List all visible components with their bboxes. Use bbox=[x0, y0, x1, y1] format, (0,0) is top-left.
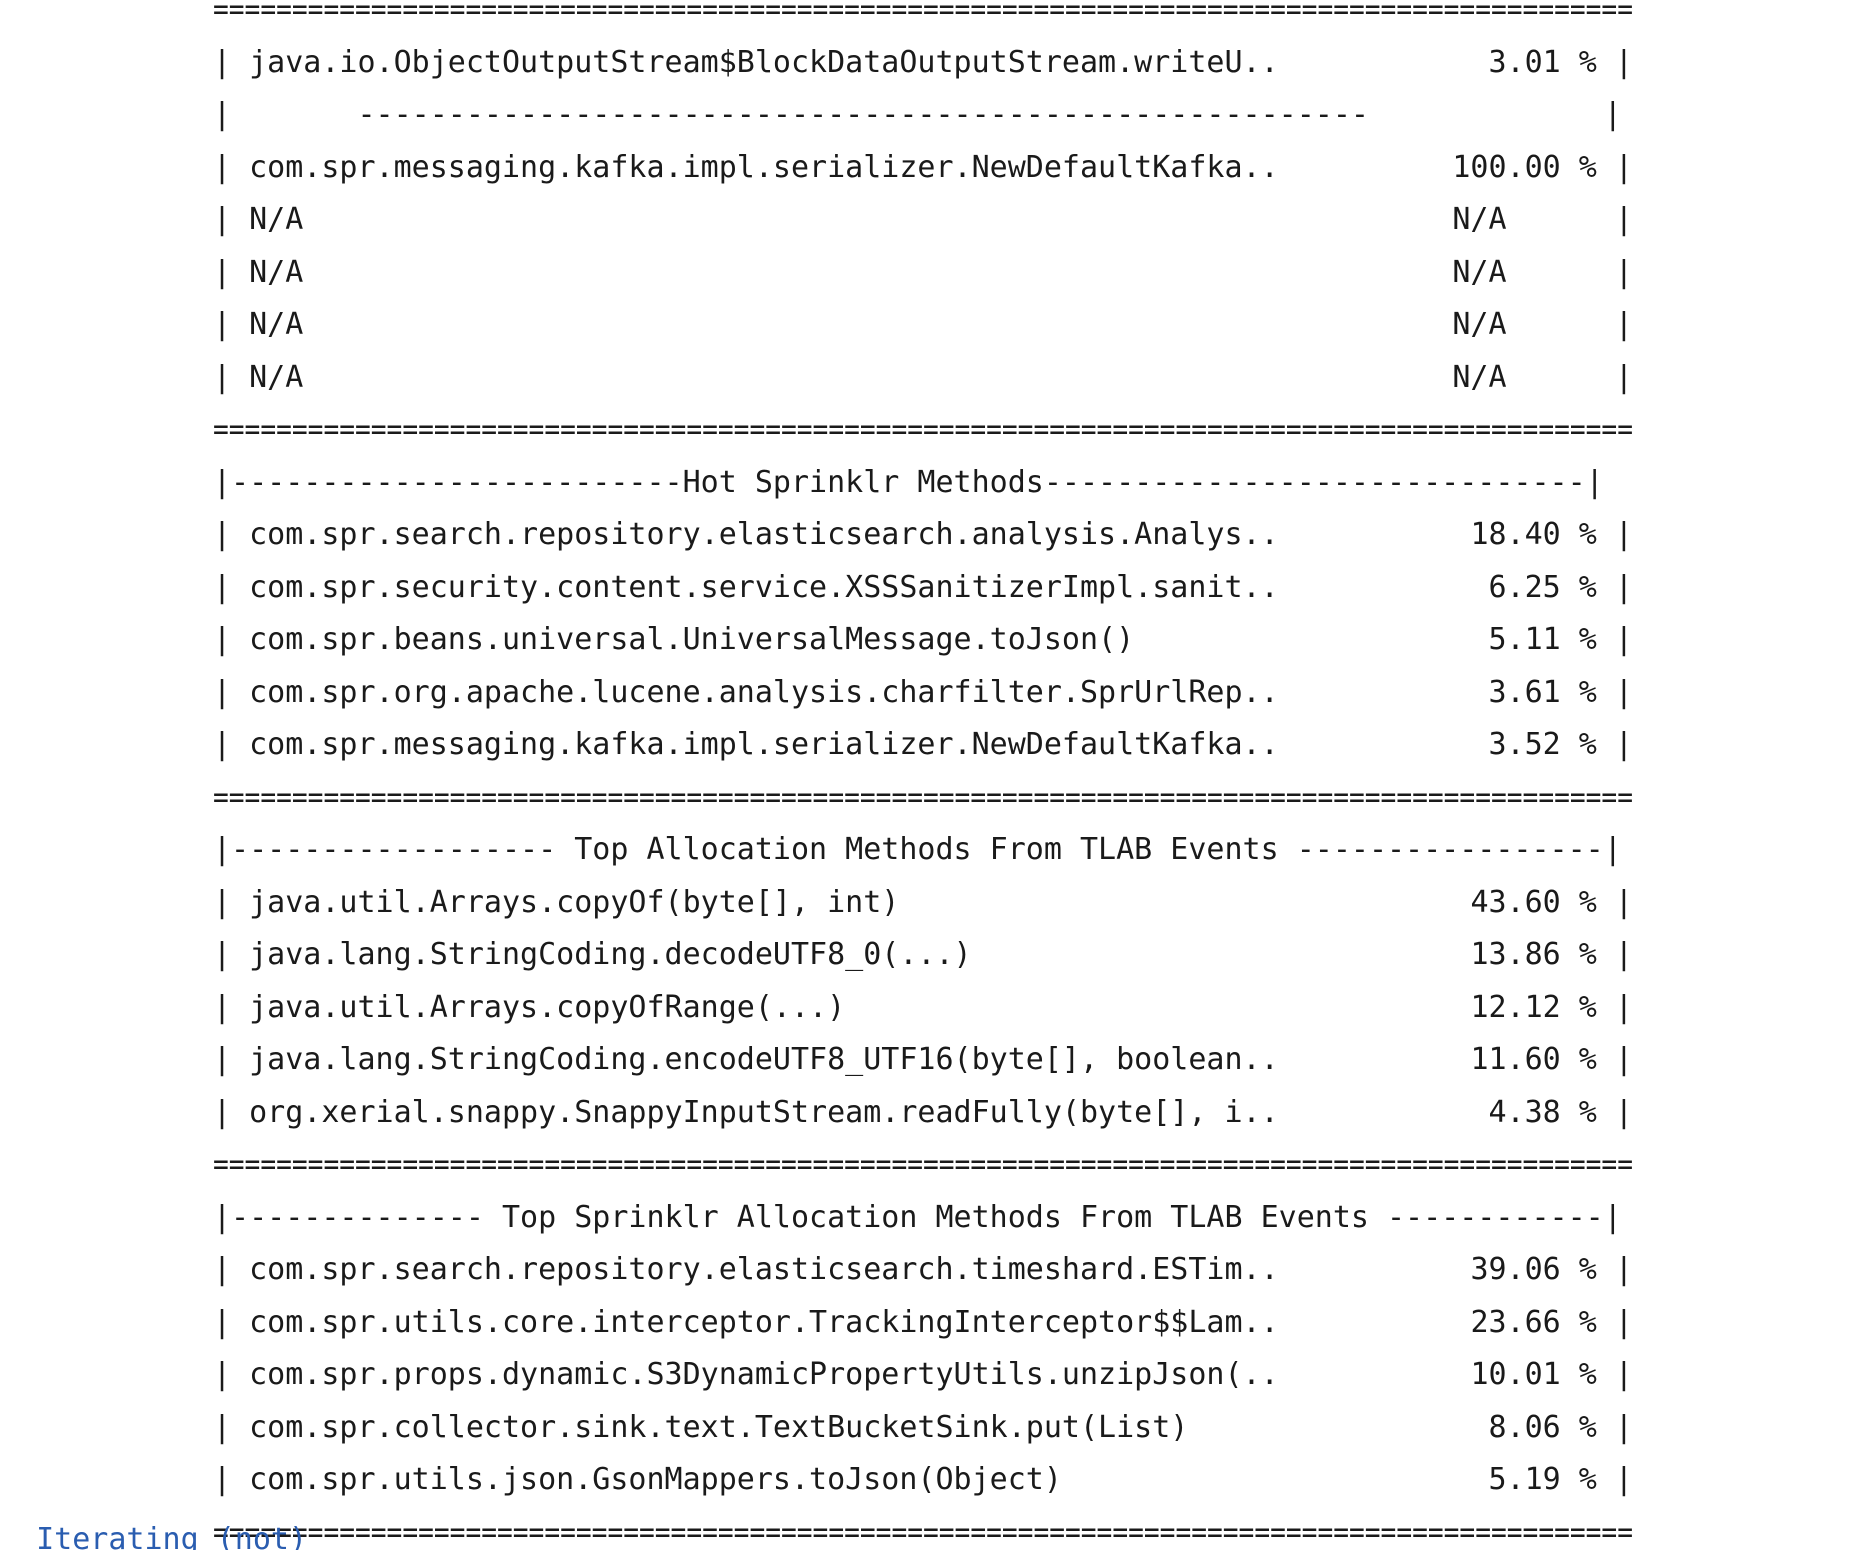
separator-text: ========================================… bbox=[213, 0, 1633, 27]
section-header: |-------------- Top Sprinklr Allocation … bbox=[213, 1198, 1633, 1238]
method-percentage: 23.66 % | bbox=[1470, 1304, 1633, 1340]
method-percentage: 8.06 % | bbox=[1488, 1409, 1634, 1445]
method-percentage: 10.01 % | bbox=[1470, 1357, 1633, 1392]
method-name: | java.io.ObjectOutputStream$BlockDataOu… bbox=[213, 44, 1279, 80]
method-row: | com.spr.search.repository.elasticsearc… bbox=[213, 1250, 1633, 1290]
method-name: | com.spr.org.apache.lucene.analysis.cha… bbox=[213, 674, 1279, 710]
method-name: | com.spr.beans.universal.UniversalMessa… bbox=[213, 622, 1135, 657]
method-row: | N/A N/A | bbox=[213, 253, 1633, 293]
section-separator: ========================================… bbox=[213, 1513, 1633, 1553]
method-name: | com.spr.messaging.kafka.impl.serialize… bbox=[213, 149, 1279, 185]
section-header-text: |------------------ Top Allocation Metho… bbox=[213, 832, 1622, 867]
method-percentage: 100.00 % | bbox=[1452, 149, 1633, 185]
console-output: ========================================… bbox=[0, 0, 1862, 1550]
separator-text: ========================================… bbox=[213, 779, 1633, 815]
method-percentage: 3.01 % | bbox=[1488, 44, 1634, 80]
method-row: | N/A N/A | bbox=[213, 200, 1633, 240]
method-percentage: 43.60 % | bbox=[1470, 884, 1633, 920]
method-percentage: 3.61 % | bbox=[1488, 674, 1634, 710]
method-percentage: 13.86 % | bbox=[1470, 937, 1633, 972]
separator-text: ========================================… bbox=[213, 1147, 1633, 1182]
section-header: |------------------ Top Allocation Metho… bbox=[213, 830, 1633, 870]
method-name: | java.lang.StringCoding.encodeUTF8_UTF1… bbox=[213, 1042, 1279, 1077]
method-name: | com.spr.utils.json.GsonMappers.toJson(… bbox=[213, 1462, 1062, 1497]
method-percentage: 18.40 % | bbox=[1470, 517, 1633, 552]
method-name: | com.spr.security.content.service.XSSSa… bbox=[213, 569, 1279, 605]
method-percentage: N/A | bbox=[1452, 359, 1633, 395]
method-name: | java.lang.StringCoding.decodeUTF8_0(..… bbox=[213, 937, 972, 972]
method-row: | java.util.Arrays.copyOf(byte[], int) 43… bbox=[213, 883, 1633, 923]
method-name: | com.spr.search.repository.elasticsearc… bbox=[213, 517, 1279, 552]
method-row: | N/A N/A | bbox=[213, 305, 1633, 345]
separator-text: ========================================… bbox=[213, 412, 1633, 447]
method-name: | org.xerial.snappy.SnappyInputStream.re… bbox=[213, 1094, 1279, 1130]
section-header: |-------------------------Hot Sprinklr M… bbox=[213, 463, 1633, 503]
method-row: | com.spr.utils.json.GsonMappers.toJson(… bbox=[213, 1460, 1633, 1500]
section-header-text: |-------------------------Hot Sprinklr M… bbox=[213, 464, 1604, 500]
section-separator: ========================================… bbox=[213, 1145, 1633, 1185]
method-percentage: 11.60 % | bbox=[1470, 1042, 1633, 1077]
console-next-line-partial: Iterating (not) bbox=[0, 1522, 308, 1550]
method-row: | com.spr.utils.core.interceptor.Trackin… bbox=[213, 1303, 1633, 1343]
method-percentage: N/A | bbox=[1452, 254, 1633, 290]
method-row: | com.spr.search.repository.elasticsearc… bbox=[213, 515, 1633, 555]
method-name: | com.spr.props.dynamic.S3DynamicPropert… bbox=[213, 1357, 1279, 1392]
method-row: | com.spr.messaging.kafka.impl.serialize… bbox=[213, 725, 1633, 765]
method-percentage: N/A | bbox=[1452, 307, 1633, 342]
method-name: | com.spr.utils.core.interceptor.Trackin… bbox=[213, 1304, 1279, 1340]
method-row: | com.spr.org.apache.lucene.analysis.cha… bbox=[213, 673, 1633, 713]
method-row: | N/A N/A | bbox=[213, 358, 1633, 398]
method-name: | N/A bbox=[213, 307, 304, 342]
section-header-text: | --------------------------------------… bbox=[213, 97, 1622, 132]
method-percentage: 5.11 % | bbox=[1488, 622, 1634, 657]
method-row: | java.lang.StringCoding.encodeUTF8_UTF1… bbox=[213, 1040, 1633, 1080]
method-percentage: 4.38 % | bbox=[1488, 1094, 1634, 1130]
section-separator: ========================================… bbox=[213, 410, 1633, 450]
method-row: | com.spr.messaging.kafka.impl.serialize… bbox=[213, 148, 1633, 188]
method-name: | N/A bbox=[213, 254, 304, 290]
method-name: | java.util.Arrays.copyOf(byte[], int) bbox=[213, 884, 900, 920]
method-name: | com.spr.search.repository.elasticsearc… bbox=[213, 1252, 1279, 1287]
method-percentage: 5.19 % | bbox=[1488, 1462, 1634, 1497]
method-name: | N/A bbox=[213, 202, 304, 237]
method-name: | com.spr.collector.sink.text.TextBucket… bbox=[213, 1409, 1189, 1445]
method-row: | java.util.Arrays.copyOfRange(...) 12.12… bbox=[213, 988, 1633, 1028]
separator-text: ========================================… bbox=[213, 1514, 1633, 1550]
method-row: | com.spr.security.content.service.XSSSa… bbox=[213, 568, 1633, 608]
method-percentage: N/A | bbox=[1452, 202, 1633, 237]
section-separator: ========================================… bbox=[213, 0, 1633, 30]
section-header: | --------------------------------------… bbox=[213, 95, 1633, 135]
method-row: | com.spr.props.dynamic.S3DynamicPropert… bbox=[213, 1355, 1633, 1395]
method-row: | org.xerial.snappy.SnappyInputStream.re… bbox=[213, 1093, 1633, 1133]
method-percentage: 6.25 % | bbox=[1488, 569, 1634, 605]
method-row: | java.io.ObjectOutputStream$BlockDataOu… bbox=[213, 43, 1633, 83]
method-name: | java.util.Arrays.copyOfRange(...) bbox=[213, 989, 846, 1025]
method-row: | java.lang.StringCoding.decodeUTF8_0(..… bbox=[213, 935, 1633, 975]
method-name: | com.spr.messaging.kafka.impl.serialize… bbox=[213, 727, 1279, 762]
section-separator: ========================================… bbox=[213, 778, 1633, 818]
method-percentage: 3.52 % | bbox=[1488, 727, 1634, 762]
method-row: | com.spr.collector.sink.text.TextBucket… bbox=[213, 1408, 1633, 1448]
method-row: | com.spr.beans.universal.UniversalMessa… bbox=[213, 620, 1633, 660]
method-percentage: 12.12 % | bbox=[1470, 989, 1633, 1025]
method-name: | N/A bbox=[213, 359, 304, 395]
section-header-text: |-------------- Top Sprinklr Allocation … bbox=[213, 1199, 1622, 1235]
method-percentage: 39.06 % | bbox=[1470, 1252, 1633, 1287]
